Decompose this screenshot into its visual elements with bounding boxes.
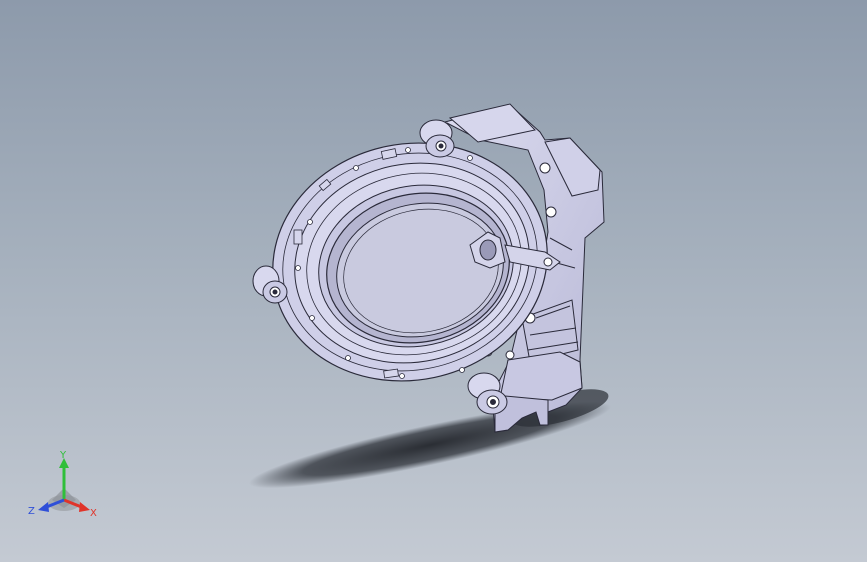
y-axis-label: Y (59, 450, 67, 461)
x-axis-label: X (90, 508, 97, 519)
graphics-viewport[interactable]: Y X Z (0, 0, 867, 562)
z-axis-label: Z (28, 506, 35, 517)
model-scene[interactable] (0, 0, 867, 562)
orientation-triad[interactable]: Y X Z (22, 448, 112, 528)
